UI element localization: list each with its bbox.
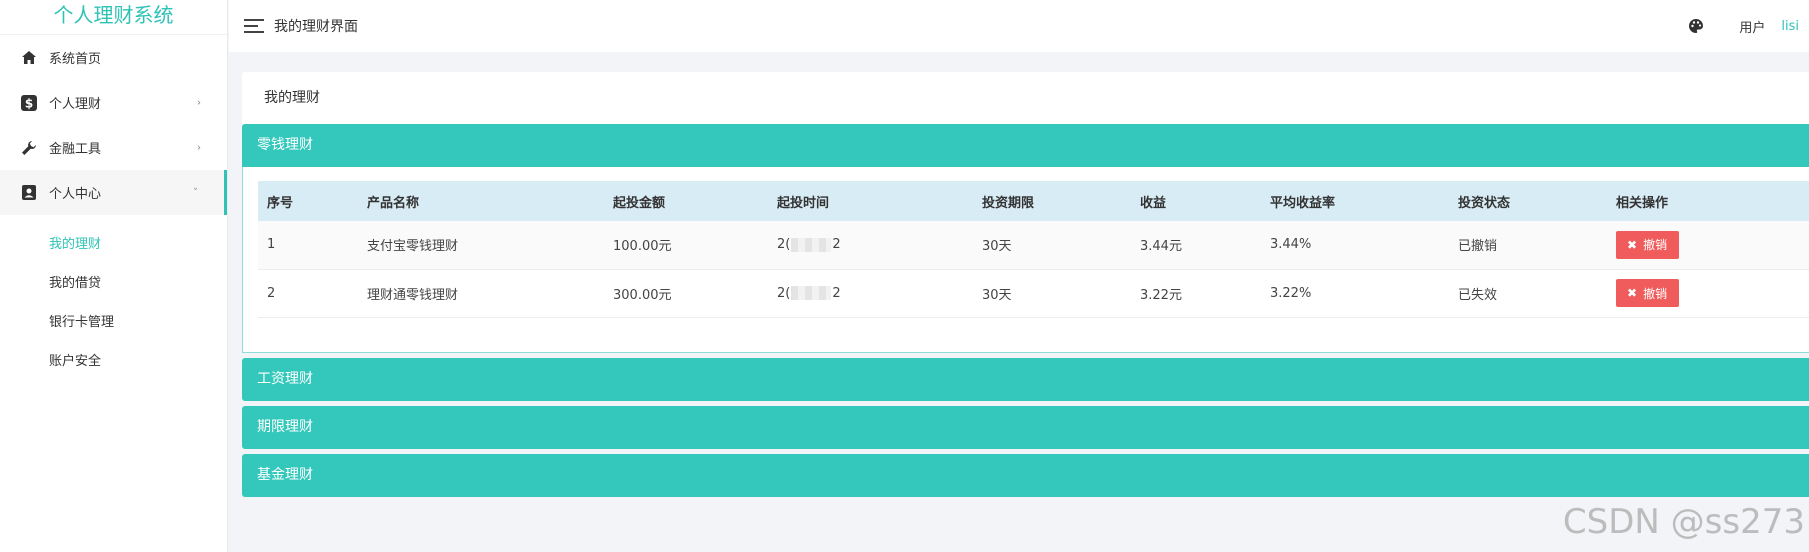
svg-text:$: $ xyxy=(25,96,33,110)
cell-action: ✖ 撤销 xyxy=(1607,221,1809,269)
date-end: 2 xyxy=(832,285,841,301)
sidebar-subitem-my-finance[interactable]: 我的理财 xyxy=(0,225,227,264)
redacted-mosaic xyxy=(791,286,832,300)
page-title: 我的理财 xyxy=(242,72,1809,124)
column-header: 起投时间 xyxy=(777,195,830,211)
wrench-icon xyxy=(20,139,38,157)
cell-date: 2( 2 xyxy=(768,221,973,269)
sidebar-item-label: 个人理财 xyxy=(49,97,102,112)
main-content: 我的理财 零钱理财 序号 产品名称 起投金额 起投时间 投资期限 收益 平均收益… xyxy=(242,72,1809,502)
chevron-right-icon: › xyxy=(197,142,201,153)
table-row: 2 理财通零钱理财 300.00元 2( 2 30天 3.22元 3.22% 已… xyxy=(258,269,1809,317)
top-header: 我的理财界面 用户 lisi xyxy=(229,0,1809,52)
chevron-down-icon: ˅ xyxy=(193,187,198,198)
cell-no: 1 xyxy=(267,237,276,253)
username-link[interactable]: lisi xyxy=(1781,19,1799,34)
cell-term: 30天 xyxy=(982,287,1012,303)
sidebar-item-home[interactable]: 系统首页 xyxy=(0,35,227,80)
column-header: 投资状态 xyxy=(1458,195,1511,211)
cell-income: 3.44元 xyxy=(1140,239,1182,255)
panel-body: 序号 产品名称 起投金额 起投时间 投资期限 收益 平均收益率 投资状态 相关操… xyxy=(242,167,1809,353)
cell-rate: 3.22% xyxy=(1270,285,1312,301)
cell-name: 理财通零钱理财 xyxy=(367,287,459,303)
header-title: 我的理财界面 xyxy=(274,19,358,35)
cell-status: 已失效 xyxy=(1458,287,1498,303)
cell-term: 30天 xyxy=(982,239,1012,255)
cell-name: 支付宝零钱理财 xyxy=(367,239,459,255)
table-header-row: 序号 产品名称 起投金额 起投时间 投资期限 收益 平均收益率 投资状态 相关操… xyxy=(258,181,1809,221)
cell-amount: 300.00元 xyxy=(613,287,672,303)
panel-fund-finance: 基金理财 xyxy=(242,454,1809,497)
column-header: 收益 xyxy=(1140,195,1167,211)
cell-date: 2( 2 xyxy=(768,269,973,317)
cell-status: 已撤销 xyxy=(1458,239,1498,255)
panel-header[interactable]: 基金理财 xyxy=(242,454,1809,497)
revoke-button[interactable]: ✖ 撤销 xyxy=(1616,279,1680,307)
redacted-mosaic xyxy=(791,237,832,252)
palette-icon[interactable] xyxy=(1688,18,1704,34)
sidebar-subitem-my-loans[interactable]: 我的借贷 xyxy=(0,264,227,303)
revoke-label: 撤销 xyxy=(1643,238,1668,253)
date-end: 2 xyxy=(832,237,841,253)
menu-toggle-icon[interactable] xyxy=(244,19,264,33)
date-start: 2( xyxy=(777,285,791,301)
sidebar-item-label: 金融工具 xyxy=(49,142,102,157)
finance-table: 序号 产品名称 起投金额 起投时间 投资期限 收益 平均收益率 投资状态 相关操… xyxy=(258,181,1809,318)
close-icon: ✖ xyxy=(1627,237,1638,252)
revoke-label: 撤销 xyxy=(1643,286,1668,301)
sidebar-subitem-bank-cards[interactable]: 银行卡管理 xyxy=(0,303,227,342)
sidebar-item-label: 系统首页 xyxy=(49,52,102,67)
submenu-personal-center: 我的理财 我的借贷 银行卡管理 账户安全 xyxy=(0,215,227,381)
panel-salary-finance: 工资理财 xyxy=(242,358,1809,401)
sidebar-item-personal-finance[interactable]: $ 个人理财 › xyxy=(0,80,227,125)
dollar-icon: $ xyxy=(20,94,38,112)
header-right: 用户 lisi xyxy=(1688,0,1809,52)
close-icon: ✖ xyxy=(1627,286,1638,300)
table-row: 1 支付宝零钱理财 100.00元 2( 2 30天 3.44元 3.44% 已… xyxy=(258,221,1809,269)
chevron-right-icon: › xyxy=(197,97,201,108)
cell-rate: 3.44% xyxy=(1270,237,1312,253)
column-header: 起投金额 xyxy=(613,195,666,211)
column-header: 相关操作 xyxy=(1616,195,1669,211)
home-icon xyxy=(20,49,38,67)
cell-income: 3.22元 xyxy=(1140,287,1182,303)
panel-term-finance: 期限理财 xyxy=(242,406,1809,449)
sidebar-item-label: 个人中心 xyxy=(49,187,102,202)
app-title: 个人理财系统 xyxy=(0,0,227,35)
date-start: 2( xyxy=(777,237,791,253)
cell-no: 2 xyxy=(267,285,276,301)
watermark: CSDN @ss273 xyxy=(1562,502,1805,542)
panel-header[interactable]: 工资理财 xyxy=(242,358,1809,401)
sidebar-item-personal-center[interactable]: 个人中心 ˅ xyxy=(0,170,227,215)
cell-amount: 100.00元 xyxy=(613,239,672,255)
panel-header[interactable]: 零钱理财 xyxy=(242,124,1809,167)
sidebar-subitem-account-security[interactable]: 账户安全 xyxy=(0,342,227,381)
user-label: 用户 xyxy=(1739,20,1766,36)
panel-header[interactable]: 期限理财 xyxy=(242,406,1809,449)
column-header: 产品名称 xyxy=(367,195,420,211)
cell-action: ✖ 撤销 xyxy=(1607,269,1809,317)
sidebar: 个人理财系统 系统首页 $ 个人理财 › 金融工具 › 个人中心 ˅ 我的理财 … xyxy=(0,0,228,552)
revoke-button[interactable]: ✖ 撤销 xyxy=(1616,230,1680,259)
panel-change-finance: 零钱理财 序号 产品名称 起投金额 起投时间 投资期限 收益 平均收益率 投资状… xyxy=(242,124,1809,353)
sidebar-item-financial-tools[interactable]: 金融工具 › xyxy=(0,125,227,170)
column-header: 序号 xyxy=(267,195,294,211)
column-header: 平均收益率 xyxy=(1270,195,1336,211)
column-header: 投资期限 xyxy=(982,195,1035,211)
user-card-icon xyxy=(20,184,38,202)
